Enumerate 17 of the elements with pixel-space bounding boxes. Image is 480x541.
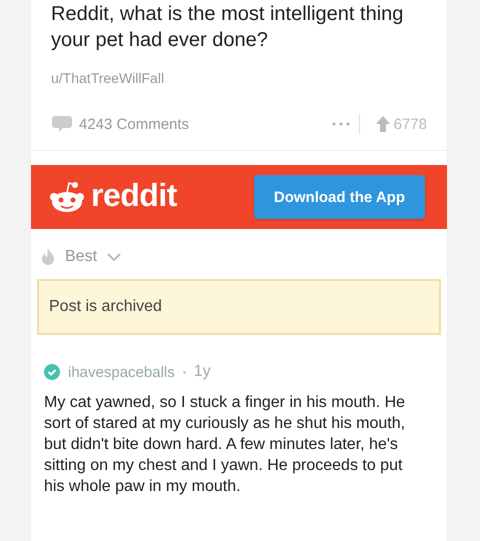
vote-count: 6778 <box>394 116 427 132</box>
upvote-icon[interactable] <box>376 116 390 132</box>
comment-count[interactable]: 4243 Comments <box>79 116 190 132</box>
more-icon[interactable] <box>332 122 350 126</box>
username-link[interactable]: u/ThatTreeWillFall <box>51 70 427 86</box>
archived-notice: Post is archived <box>37 279 441 335</box>
comment-age: 1y <box>194 363 211 381</box>
download-app-button[interactable]: Download the App <box>254 175 425 219</box>
chevron-down-icon[interactable] <box>107 252 122 262</box>
comment-author[interactable]: ihavespaceballs <box>68 364 175 380</box>
comment-text: My cat yawned, so I stuck a finger in his mouth. He sort of stared at my curiously as he shut his mouth, but didn't bite down hard. A few minutes later, he's sitting on my chest and I yawn. He proceeds to put his whole paw in my mouth. <box>44 393 406 497</box>
sort-dropdown[interactable]: Best <box>65 248 98 266</box>
reddit-wordmark: reddit <box>91 177 177 215</box>
alien-logo-icon <box>49 181 85 213</box>
flame-icon <box>41 248 55 266</box>
post-title[interactable]: Reddit, what is the most intelligent thing your pet had ever done? <box>51 0 427 53</box>
comment-icon[interactable] <box>51 114 73 134</box>
